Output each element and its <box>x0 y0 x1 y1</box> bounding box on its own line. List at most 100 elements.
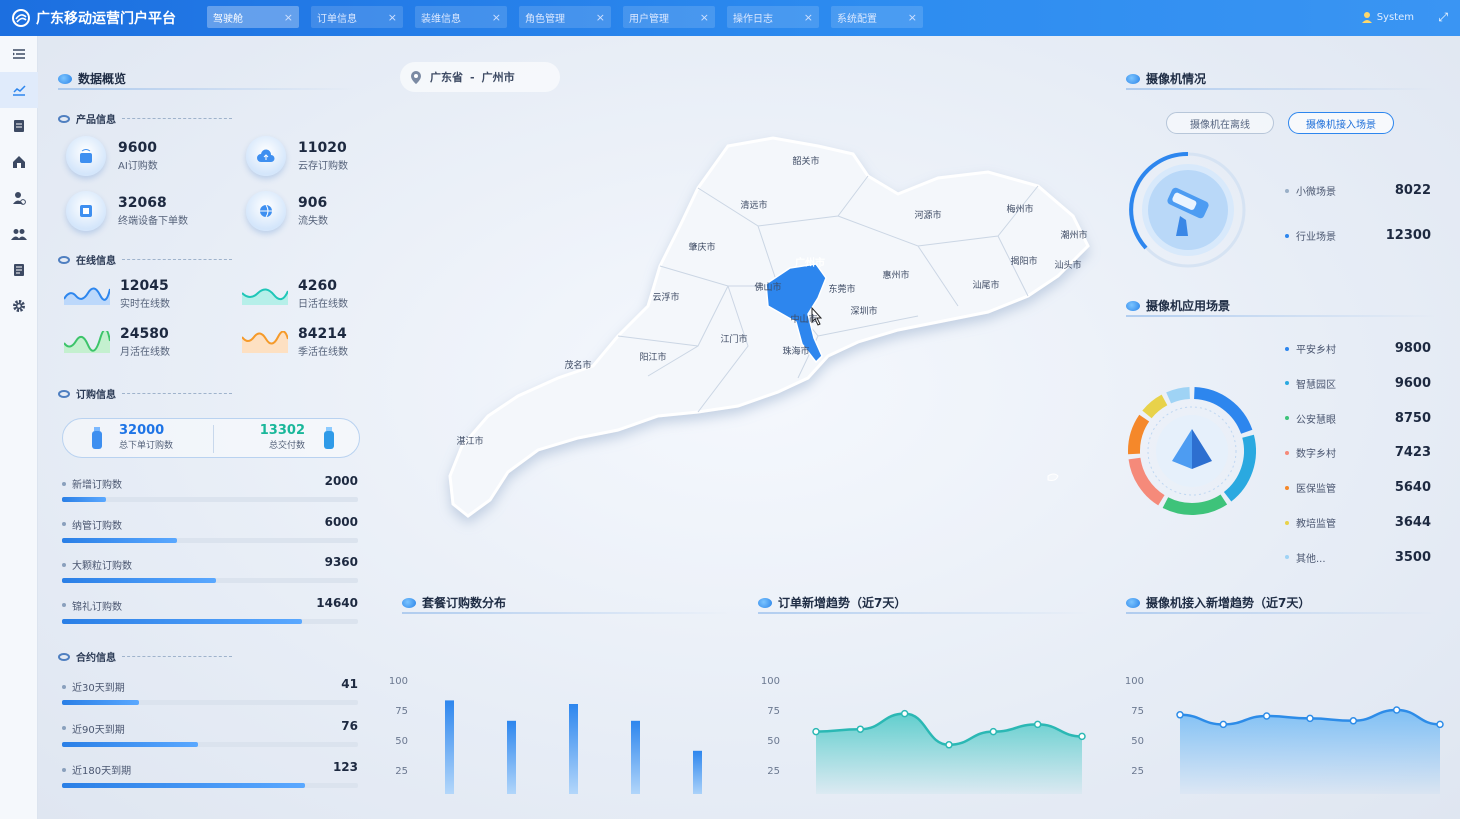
location-pin-icon <box>411 70 421 84</box>
y-tick-label: 75 <box>1131 706 1144 717</box>
users-icon[interactable] <box>0 216 38 252</box>
house-icon[interactable] <box>0 144 38 180</box>
product-info-heading: 产品信息 <box>58 111 232 126</box>
gear-icon[interactable] <box>0 288 38 324</box>
progress-fill <box>62 783 305 788</box>
map-city-label[interactable]: 珠海市 <box>782 345 809 357</box>
map-city-label[interactable]: 潮州市 <box>1060 229 1087 241</box>
legend-dot-icon <box>1285 555 1289 560</box>
tab-label: 操作日志 <box>733 13 773 25</box>
wave-cyan-icon <box>242 288 288 305</box>
app-title: 广东移动运营门户平台 <box>36 11 176 27</box>
title-bullet-icon <box>402 597 416 608</box>
map-city-label[interactable]: 深圳市 <box>850 305 877 317</box>
close-icon[interactable]: × <box>908 11 917 24</box>
tab-1[interactable]: 订单信息 × <box>311 6 403 28</box>
bottle-blue-icon <box>92 427 102 449</box>
tab-camera-scene[interactable]: 摄像机接入场景 <box>1288 112 1394 134</box>
guangdong-map[interactable]: 韶关市清远市河源市 梅州市潮州市揭阳市 汕头市 肇庆市广州市惠州市汕尾市云浮市 佛山市 东… <box>398 116 1138 536</box>
wave-blue-icon <box>64 287 110 305</box>
churn-globe-icon <box>246 191 286 231</box>
progress-fill <box>62 741 199 747</box>
app-logo[interactable]: 广东移动运营门户平台 <box>0 8 200 28</box>
progress-track <box>62 537 358 543</box>
camera-title: 摄像机情况 <box>1126 70 1206 87</box>
stat-terminal-orders: 32068 终端设备下单数 <box>66 191 188 231</box>
y-tick-label: 25 <box>395 766 408 777</box>
report-icon[interactable] <box>0 252 38 288</box>
tab-4[interactable]: 用户管理 × <box>623 6 715 28</box>
menu-icon[interactable] <box>0 36 38 72</box>
map-city-label[interactable]: 韶关市 <box>792 155 819 167</box>
progress-value: 76 <box>341 718 358 733</box>
data-point-4 <box>989 727 998 736</box>
tab-0[interactable]: 驾驶舱 × <box>207 6 299 28</box>
map-city-label[interactable]: 汕头市 <box>1054 259 1081 271</box>
bullet-icon <box>62 603 66 607</box>
close-icon[interactable]: × <box>596 11 605 24</box>
map-city-label[interactable]: 汕尾市 <box>972 279 999 291</box>
location-selector[interactable]: 广东省 - 广州市 <box>400 62 560 92</box>
map-city-label[interactable]: 湛江市 <box>456 435 483 447</box>
map-city-label[interactable]: 梅州市 <box>1006 203 1033 215</box>
data-point-0 <box>1176 711 1184 719</box>
close-icon[interactable]: × <box>804 11 813 24</box>
tab-3[interactable]: 角色管理 × <box>519 6 611 28</box>
scene-value: 3644 <box>1394 515 1431 530</box>
map-city-label[interactable]: 河源市 <box>914 209 941 221</box>
map-city-label[interactable]: 肇庆市 <box>688 241 715 253</box>
y-tick-label: 75 <box>767 706 780 717</box>
y-tick-label: 25 <box>767 766 780 777</box>
stat-quarterly-online: 84214 季活在线数 <box>242 326 348 358</box>
bar-3 <box>631 720 640 794</box>
map-city-label[interactable]: 茂名市 <box>564 359 591 371</box>
progress-fill <box>62 578 216 583</box>
total-orders-label: 总下单订购数 <box>119 441 174 451</box>
close-icon[interactable]: × <box>284 11 293 24</box>
scene-name: 智慧园区 <box>1296 379 1336 391</box>
eye-ring-icon <box>58 114 70 123</box>
map-city-label[interactable]: 佛山市 <box>754 281 781 293</box>
document-icon[interactable] <box>0 108 38 144</box>
close-icon[interactable]: × <box>388 11 397 24</box>
tab-2[interactable]: 装维信息 × <box>415 6 507 28</box>
map-city-label[interactable]: 阳江市 <box>639 351 666 363</box>
dashboard-chart-icon[interactable] <box>0 72 38 108</box>
sidebar <box>0 36 38 819</box>
location-city: 广州市 <box>481 71 515 84</box>
user-icon[interactable] <box>0 180 38 216</box>
progress-label: 锦礼订购数 <box>72 601 122 613</box>
progress-track <box>62 497 358 502</box>
data-point-2 <box>900 709 909 718</box>
legend-dot-icon <box>1285 381 1289 386</box>
progress-label: 近180天到期 <box>72 766 132 777</box>
top-bar: 广东移动运营门户平台 驾驶舱 × 订单信息 × 装维信息 × 角色管理 × 用户管理 × 操作日志 ×… <box>0 0 1460 36</box>
map-city-label[interactable]: 广州市 <box>795 256 825 269</box>
scene-value: 5640 <box>1394 480 1431 496</box>
close-icon[interactable]: × <box>492 11 501 24</box>
map-city-label[interactable]: 清远市 <box>740 199 767 211</box>
y-tick-label: 100 <box>761 676 780 687</box>
chart-title-camera-trend: 摄像机接入新增趋势（近7天） <box>1126 594 1310 611</box>
map-city-label[interactable]: 江门市 <box>720 333 747 345</box>
divider <box>758 612 1088 614</box>
china-mobile-logo-icon <box>12 9 30 27</box>
map-city-label[interactable]: 揭阳市 <box>1010 255 1037 267</box>
map-city-label[interactable]: 惠州市 <box>882 269 909 281</box>
map-city-label[interactable]: 东莞市 <box>828 283 855 295</box>
data-point-5 <box>1033 720 1042 729</box>
tab-5[interactable]: 操作日志 × <box>727 6 819 28</box>
title-bullet-icon <box>58 73 72 84</box>
bullet-icon <box>62 481 66 486</box>
map-city-label[interactable]: 云浮市 <box>652 291 679 303</box>
map-city-label[interactable]: 中山市 <box>790 313 817 325</box>
bullet-icon <box>62 522 66 526</box>
divider <box>58 88 358 90</box>
bar-1 <box>507 720 516 794</box>
fullscreen-icon[interactable]: ⤢ <box>1438 10 1448 25</box>
tab-6[interactable]: 系统配置 × <box>831 6 923 28</box>
tab-camera-online[interactable]: 摄像机在离线 <box>1166 112 1274 134</box>
user-menu[interactable]: System <box>1361 11 1414 23</box>
close-icon[interactable]: × <box>700 11 709 24</box>
bar-2 <box>569 704 578 794</box>
